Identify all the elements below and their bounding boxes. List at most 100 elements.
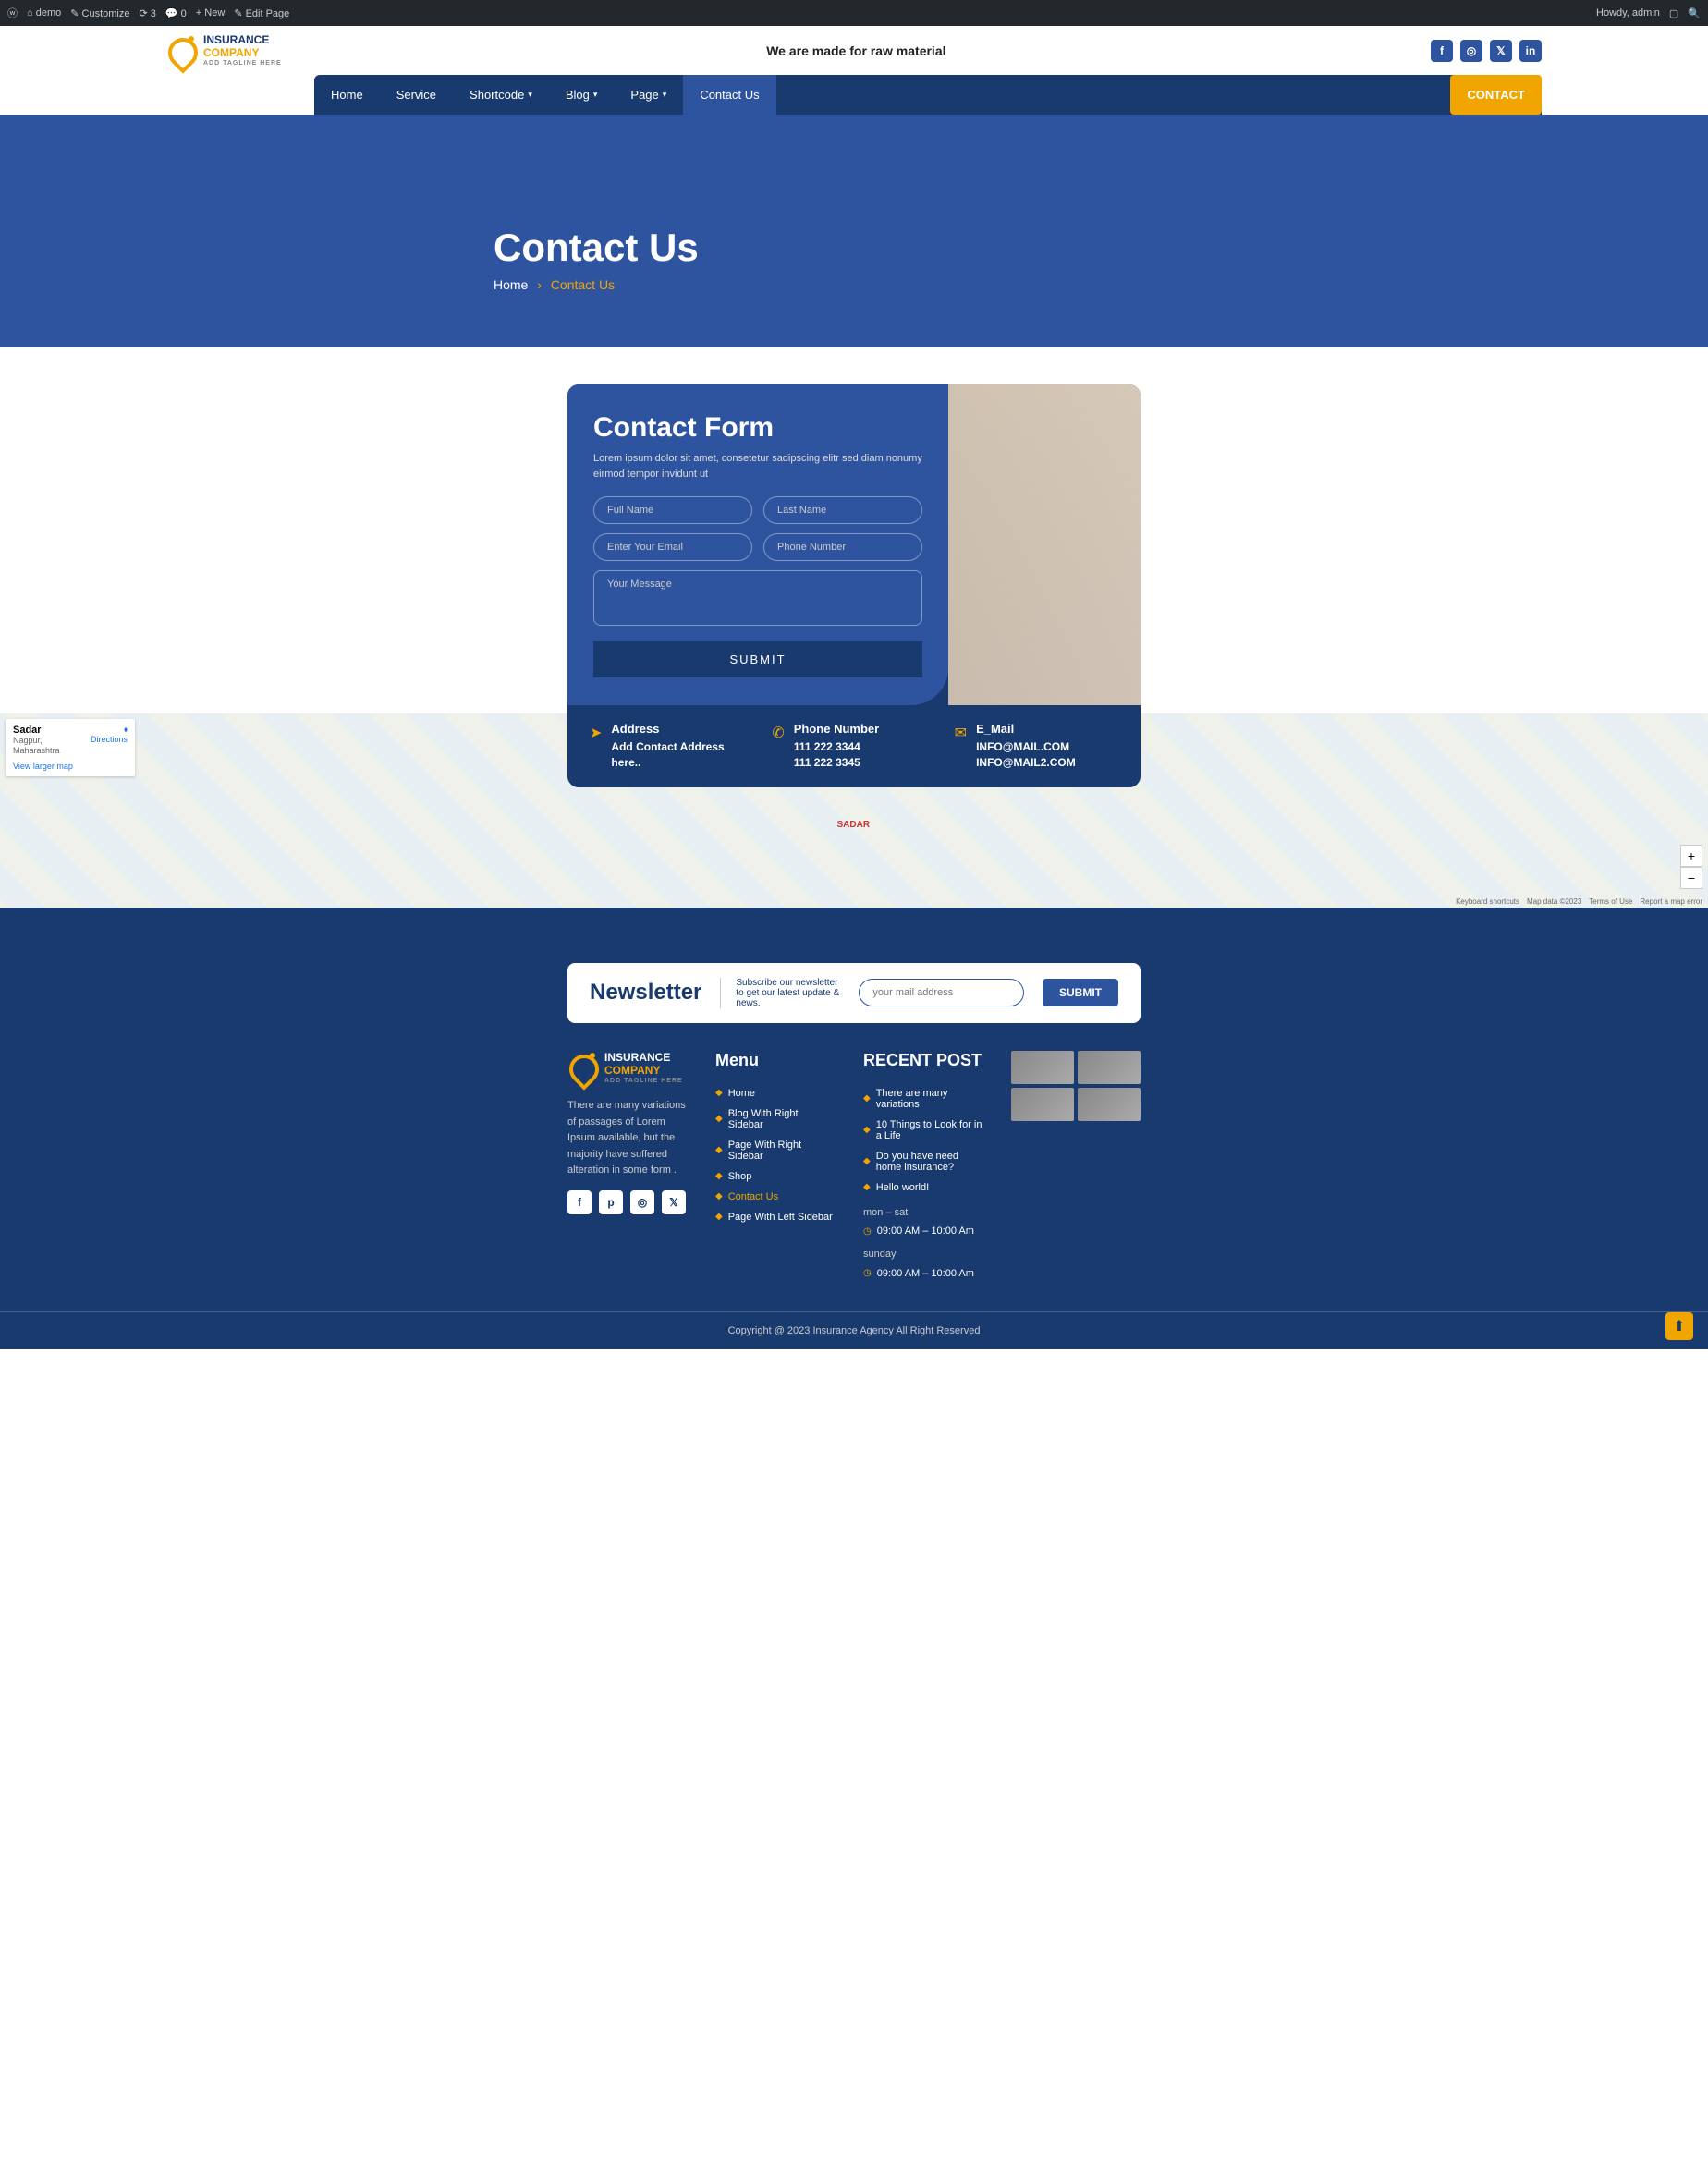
footer-twitter-icon[interactable]: 𝕏 — [662, 1190, 686, 1214]
chevron-right-icon: › — [537, 277, 542, 292]
map-zoom-in[interactable]: + — [1680, 845, 1702, 867]
map-terms[interactable]: Terms of Use — [1589, 897, 1632, 906]
recent-post-3[interactable]: Do you have need home insurance? — [876, 1151, 983, 1173]
logo-text-2: COMPANY — [203, 46, 282, 59]
shield-icon: ◆ — [863, 1156, 871, 1166]
clock-icon: ◷ — [863, 1226, 872, 1237]
map-place-title: Sadar — [13, 725, 42, 736]
recent-post-4[interactable]: Hello world! — [876, 1182, 929, 1193]
footer-menu-contact[interactable]: Contact Us — [728, 1191, 778, 1202]
scroll-top-button[interactable]: ⬆ — [1665, 1312, 1693, 1340]
gallery-thumb[interactable] — [1078, 1088, 1141, 1121]
gallery-thumb[interactable] — [1011, 1088, 1074, 1121]
main-nav: Home Service Shortcode▾ Blog▾ Page▾ Cont… — [314, 75, 1542, 115]
map-report[interactable]: Report a map error — [1640, 897, 1702, 906]
adminbar-comments[interactable]: 💬 0 — [165, 7, 187, 19]
logo-icon — [166, 36, 196, 66]
last-name-input[interactable] — [763, 496, 922, 524]
email-value-1: INFO@MAIL.COM — [976, 739, 1076, 755]
phone-value-2: 111 222 3345 — [794, 755, 879, 771]
nav-home[interactable]: Home — [314, 75, 380, 115]
footer-pinterest-icon[interactable]: p — [599, 1190, 623, 1214]
address-value: Add Contact Address here.. — [611, 739, 753, 771]
nav-service[interactable]: Service — [380, 75, 453, 115]
email-input[interactable] — [593, 533, 752, 561]
shield-icon: ◆ — [863, 1182, 871, 1192]
gallery-thumb[interactable] — [1011, 1051, 1074, 1084]
newsletter-title: Newsletter — [590, 980, 702, 1006]
breadcrumb-current: Contact Us — [551, 277, 615, 292]
email-value-2: INFO@MAIL2.COM — [976, 755, 1076, 771]
map-zoom-out[interactable]: − — [1680, 867, 1702, 889]
recent-post-2[interactable]: 10 Things to Look for in a Life — [876, 1119, 983, 1141]
chevron-down-icon: ▾ — [593, 90, 598, 100]
form-description: Lorem ipsum dolor sit amet, consetetur s… — [593, 451, 922, 482]
clock-icon: ◷ — [863, 1268, 872, 1278]
map-directions-link[interactable]: ⬧Directions — [91, 725, 128, 744]
adminbar-search-icon[interactable]: 🔍 — [1688, 7, 1701, 19]
phone-input[interactable] — [763, 533, 922, 561]
map-data: Map data ©2023 — [1527, 897, 1581, 906]
footer-logo[interactable]: INSURANCE COMPANY ADD TAGLINE HERE — [567, 1051, 688, 1085]
nav-contact-button[interactable]: CONTACT — [1450, 75, 1542, 115]
phone-label: Phone Number — [794, 722, 879, 736]
adminbar-customize[interactable]: ✎ Customize — [70, 7, 129, 19]
footer-menu-page-right[interactable]: Page With Right Sidebar — [728, 1140, 836, 1162]
footer-menu-page-left[interactable]: Page With Left Sidebar — [728, 1212, 833, 1223]
facebook-icon[interactable]: f — [1431, 40, 1453, 62]
map-view-larger[interactable]: View larger map — [13, 762, 128, 771]
logo-text-1: INSURANCE — [203, 33, 282, 46]
footer-gallery — [1011, 1051, 1141, 1121]
nav-shortcode[interactable]: Shortcode▾ — [453, 75, 549, 115]
recent-post-1[interactable]: There are many variations — [876, 1088, 983, 1110]
footer-recent-title: RECENT POST — [863, 1051, 983, 1070]
footer-menu-blog[interactable]: Blog With Right Sidebar — [728, 1108, 836, 1130]
location-icon: ➤ — [590, 724, 602, 771]
phone-value-1: 111 222 3344 — [794, 739, 879, 755]
footer-menu-shop[interactable]: Shop — [728, 1171, 752, 1182]
footer-instagram-icon[interactable]: ◎ — [630, 1190, 654, 1214]
address-label: Address — [611, 722, 753, 736]
email-label: E_Mail — [976, 722, 1076, 736]
nav-page[interactable]: Page▾ — [614, 75, 683, 115]
adminbar-new[interactable]: + New — [196, 7, 226, 18]
twitter-icon[interactable]: 𝕏 — [1490, 40, 1512, 62]
map-info-card: ⬧Directions Sadar Nagpur, Maharashtra Vi… — [6, 719, 135, 776]
newsletter-email-input[interactable] — [859, 979, 1024, 1006]
full-name-input[interactable] — [593, 496, 752, 524]
submit-button[interactable]: SUBMIT — [593, 641, 922, 677]
map-shortcuts[interactable]: Keyboard shortcuts — [1456, 897, 1519, 906]
site-logo[interactable]: INSURANCE COMPANY ADD TAGLINE HERE — [166, 33, 282, 67]
wp-logo-icon[interactable]: ⓦ — [7, 6, 18, 20]
logo-icon — [567, 1053, 597, 1082]
map-center-label: SADAR — [837, 820, 871, 830]
gallery-thumb[interactable] — [1078, 1051, 1141, 1084]
hours-sunday: sunday — [863, 1247, 983, 1263]
adminbar-site[interactable]: ⌂ demo — [27, 7, 61, 18]
adminbar-avatar-icon[interactable]: ▢ — [1669, 7, 1678, 19]
shield-icon: ◆ — [715, 1171, 723, 1181]
linkedin-icon[interactable]: in — [1519, 40, 1542, 62]
hours-weekday-time: 09:00 AM – 10:00 Am — [877, 1225, 974, 1237]
contact-image — [948, 384, 1141, 705]
copyright-text: Copyright @ 2023 Insurance Agency All Ri… — [728, 1325, 981, 1336]
newsletter-submit-button[interactable]: SUBMIT — [1043, 979, 1118, 1006]
adminbar-updates[interactable]: ⟳ 3 — [139, 7, 155, 19]
shield-icon: ◆ — [863, 1125, 871, 1135]
logo-tagline: ADD TAGLINE HERE — [203, 60, 282, 67]
shield-icon: ◆ — [715, 1088, 723, 1098]
instagram-icon[interactable]: ◎ — [1460, 40, 1482, 62]
hours-sunday-time: 09:00 AM – 10:00 Am — [877, 1268, 974, 1279]
footer-menu-home[interactable]: Home — [728, 1088, 755, 1099]
footer-facebook-icon[interactable]: f — [567, 1190, 592, 1214]
shield-icon: ◆ — [715, 1191, 723, 1201]
adminbar-howdy[interactable]: Howdy, admin — [1596, 7, 1660, 18]
newsletter-text: Subscribe our newsletter to get our late… — [720, 978, 840, 1008]
adminbar-edit[interactable]: ✎ Edit Page — [234, 7, 289, 19]
nav-contact-us[interactable]: Contact Us — [683, 75, 775, 115]
nav-blog[interactable]: Blog▾ — [549, 75, 615, 115]
message-textarea[interactable] — [593, 570, 922, 626]
breadcrumb-home[interactable]: Home — [494, 277, 528, 292]
chevron-down-icon: ▾ — [528, 90, 532, 100]
form-title: Contact Form — [593, 412, 922, 444]
